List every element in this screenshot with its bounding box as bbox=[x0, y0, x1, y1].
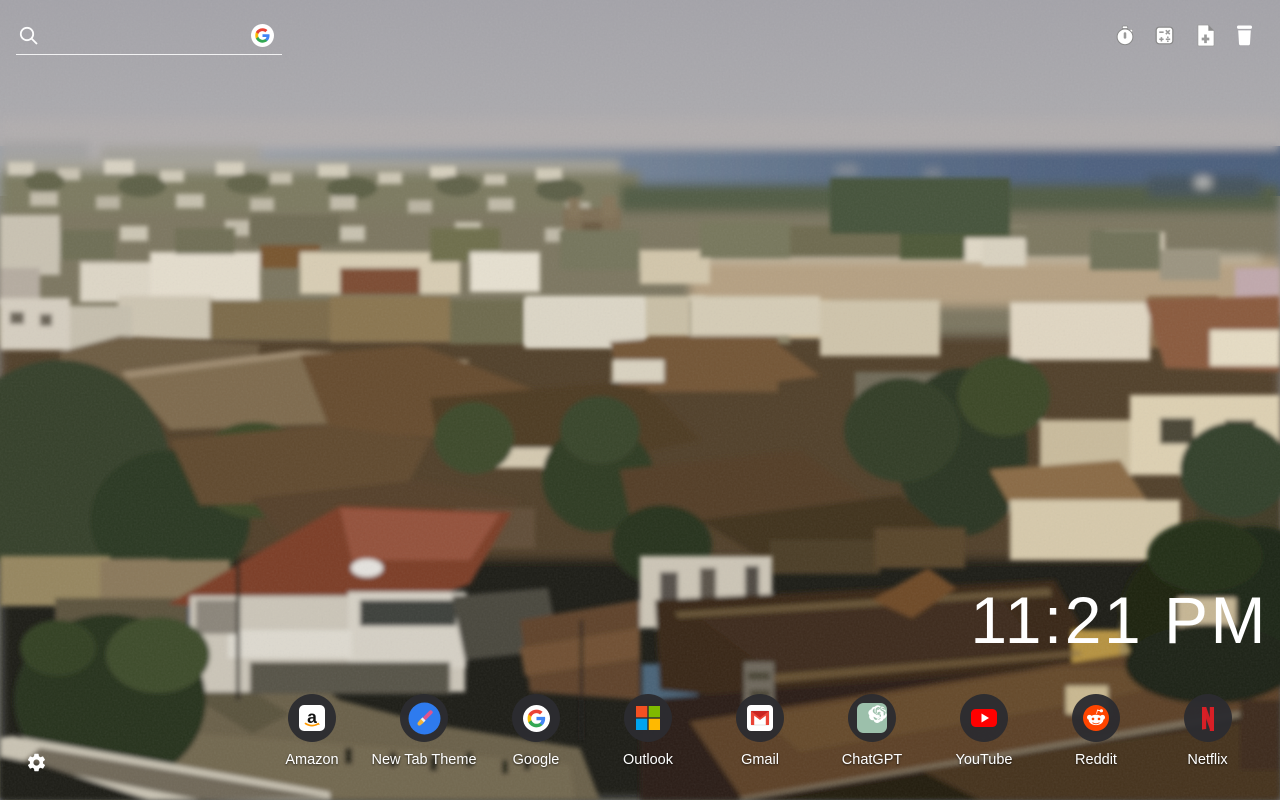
svg-text:a: a bbox=[307, 707, 317, 727]
